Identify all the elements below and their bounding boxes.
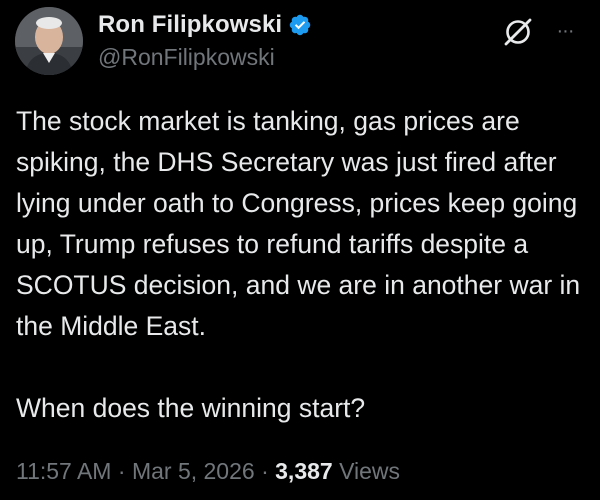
tweet: Ron Filipkowski @RonFilipkowski ··· The …	[0, 0, 600, 500]
tweet-date[interactable]: Mar 5, 2026	[132, 458, 255, 484]
meta-separator: ·	[261, 458, 269, 484]
tweet-paragraph: When does the winning start?	[16, 393, 366, 423]
meta-separator: ·	[117, 458, 126, 484]
views-count[interactable]: 3,387	[275, 458, 333, 484]
author-display-name[interactable]: Ron Filipkowski	[98, 11, 282, 39]
author-handle[interactable]: @RonFilipkowski	[98, 44, 275, 71]
avatar[interactable]	[15, 7, 83, 75]
views-label: Views	[339, 458, 401, 484]
tweet-time[interactable]: 11:57 AM	[16, 458, 111, 484]
avatar-photo	[15, 7, 83, 75]
author-name-row[interactable]: Ron Filipkowski	[98, 8, 312, 42]
tweet-text: The stock market is tanking, gas prices …	[16, 101, 588, 429]
tweet-paragraph: The stock market is tanking, gas prices …	[16, 106, 581, 341]
verified-badge-icon	[289, 14, 311, 36]
tweet-meta: 11:57 AM · Mar 5, 2026 · 3,387 Views	[16, 458, 400, 485]
more-options-icon[interactable]: ···	[552, 18, 578, 44]
grok-icon[interactable]	[500, 14, 536, 50]
